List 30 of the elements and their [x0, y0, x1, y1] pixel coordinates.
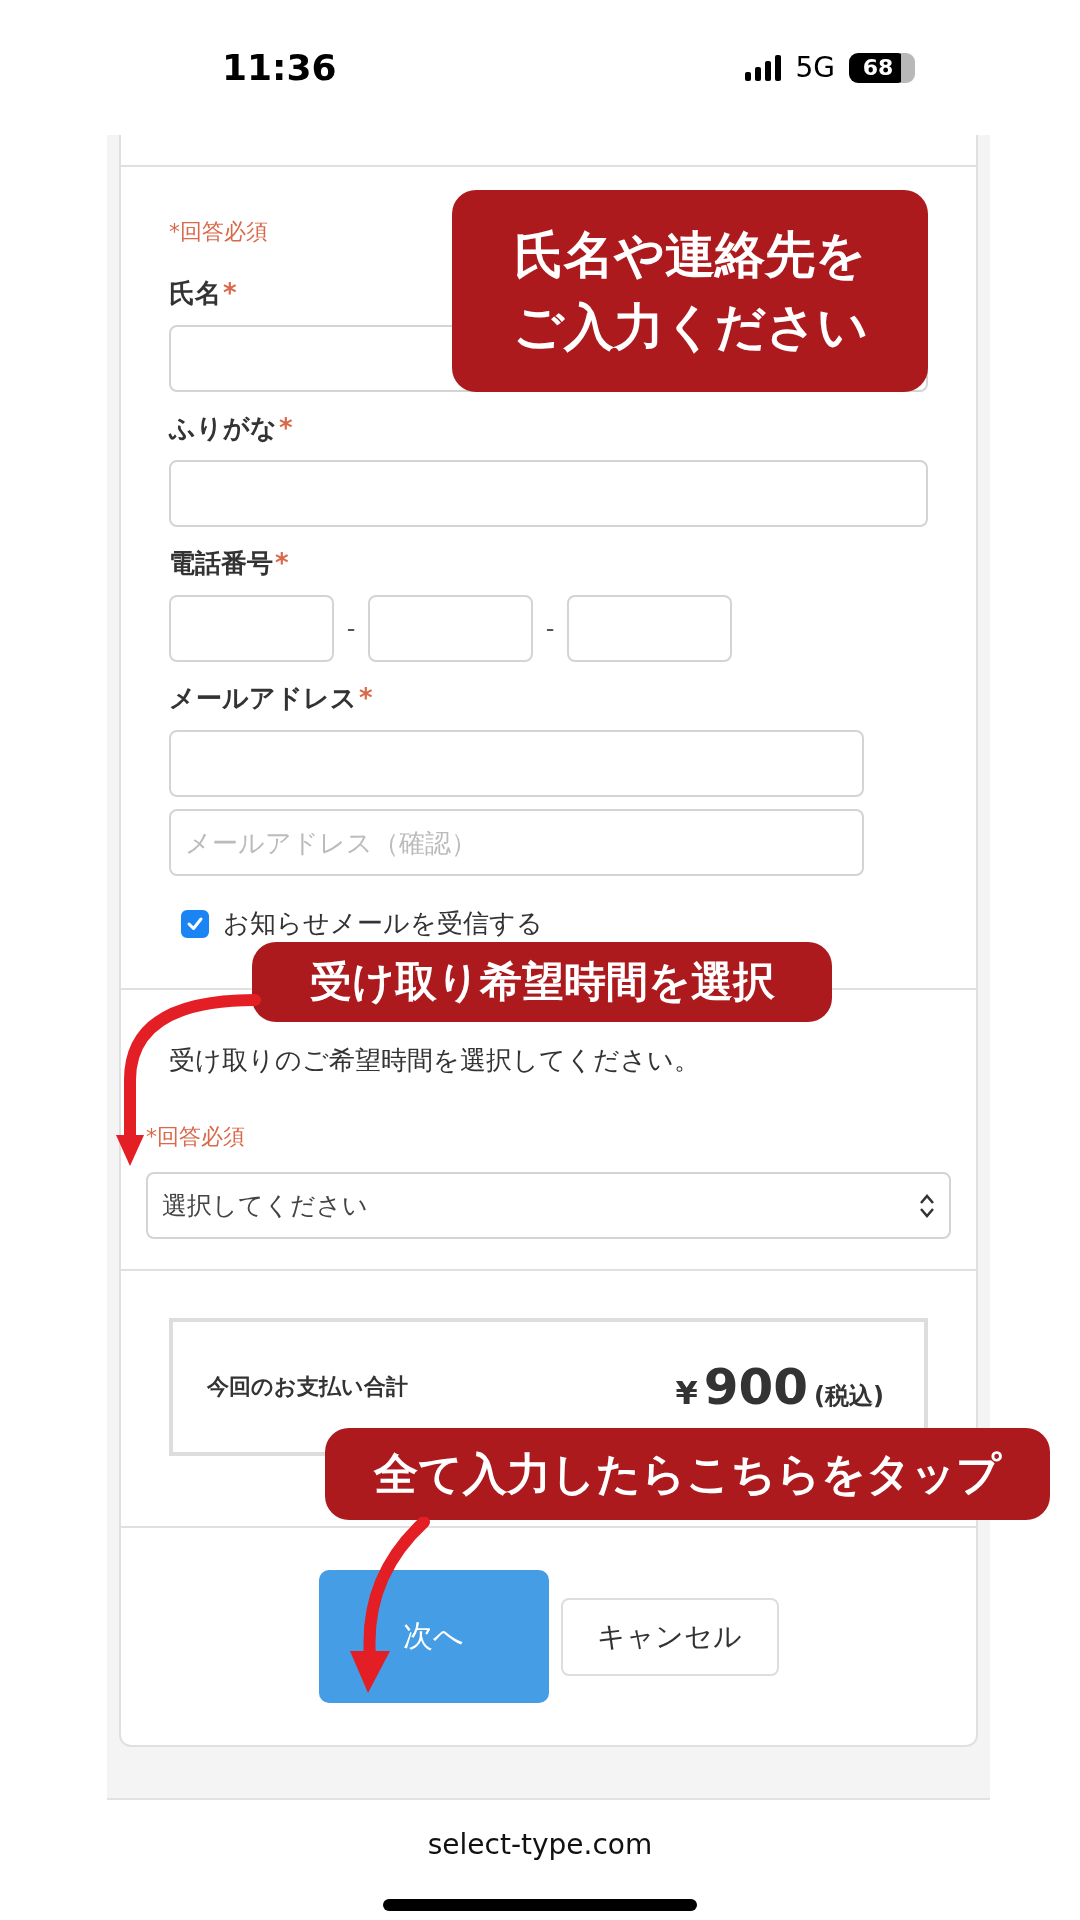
phone-field[interactable] [567, 595, 732, 662]
instruction-text: 受け取りのご希望時間を選択してください。 [169, 1044, 701, 1077]
signal-icon [745, 54, 782, 81]
status-time: 11:36 [222, 47, 337, 88]
chevron-updown-icon [919, 1192, 935, 1219]
phone-separator: - [345, 614, 357, 643]
field-label: 氏名* [169, 277, 238, 310]
url-label: select-type.com [426, 1828, 654, 1861]
required-note: *回答必須 [169, 218, 269, 246]
field-label: 電話番号* [169, 547, 290, 580]
field-label: ふりがな* [169, 412, 294, 445]
cancel-button[interactable]: キャンセル [560, 1597, 779, 1676]
email-confirm-field[interactable]: メールアドレス（確認） [169, 809, 864, 876]
checkbox[interactable] [181, 909, 209, 938]
email-field[interactable] [169, 730, 864, 797]
callout-text: ご入力ください [512, 297, 868, 358]
callout-text: 受け取り希望時間を選択 [309, 955, 775, 1008]
required-note: *回答必須 [146, 1123, 246, 1151]
checkbox-label: お知らせメールを受信する [223, 907, 543, 940]
field-label: メールアドレス* [169, 682, 374, 715]
text-field[interactable] [169, 460, 928, 527]
phone-field[interactable] [368, 595, 533, 662]
phone-separator: - [544, 614, 556, 643]
total-amount: ¥900(税込) [674, 1358, 885, 1416]
total-label: 今回のお支払い合計 [207, 1373, 408, 1401]
time-select[interactable]: 選択してください [146, 1172, 951, 1239]
callout-text: 氏名や連絡先を [514, 224, 866, 286]
phone-field[interactable] [169, 595, 334, 662]
network-label: 5G [795, 51, 835, 84]
callout-text: 全て入力したらこちらをタップ [374, 1447, 1001, 1502]
